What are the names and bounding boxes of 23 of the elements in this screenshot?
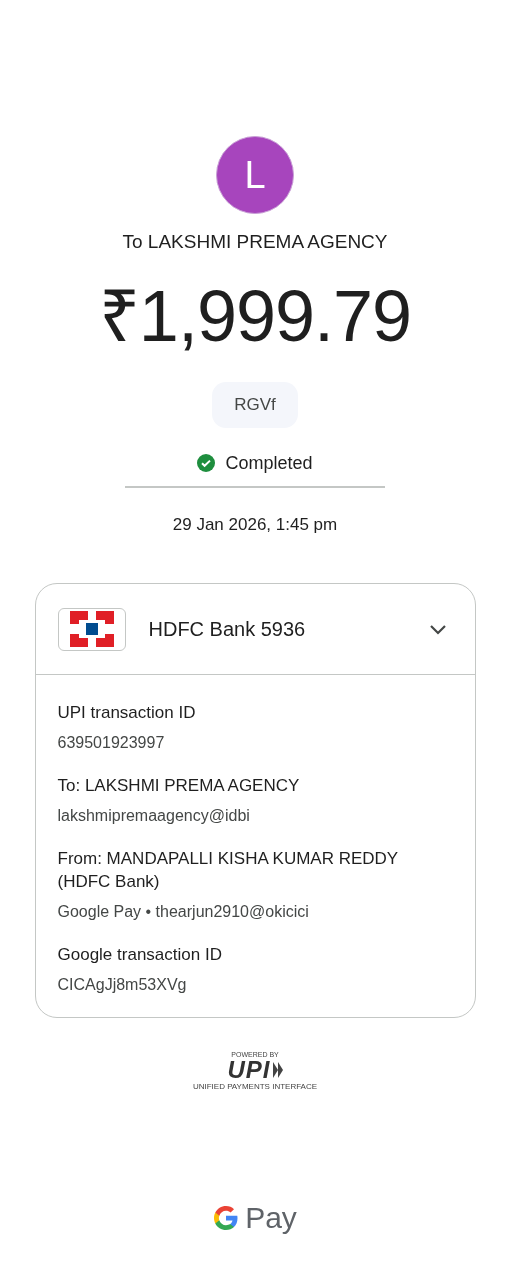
upi-arrows-icon <box>272 1062 283 1078</box>
gpay-logo: Pay <box>245 1201 297 1235</box>
status-label: Completed <box>225 452 313 474</box>
avatar: L <box>216 136 294 214</box>
upi-logo: UPI <box>227 1059 271 1081</box>
upi-tagline: UNIFIED PAYMENTS INTERFACE <box>192 1082 318 1091</box>
bank-account-row[interactable]: HDFC Bank 5936 <box>35 584 475 674</box>
chevron-down-icon[interactable] <box>428 623 447 635</box>
bank-account-name: HDFC Bank 5936 <box>148 617 307 642</box>
payee-title: To LAKSHMI PREMA AGENCY <box>122 230 388 254</box>
date-time: 29 Jan 2026, 1:45 pm <box>172 514 338 536</box>
note-chip: RGVf <box>212 382 298 428</box>
amount: ₹1,999.79 <box>98 276 412 356</box>
detail-label: UPI transaction ID <box>57 702 197 724</box>
bank-logo-icon <box>57 607 126 651</box>
detail-label: From: MANDAPALLI KISHA KUMAR REDDY (HDFC Bank) <box>57 848 399 893</box>
detail-value: 639501923997 <box>57 733 166 753</box>
detail-value: CICAgJj8m53XVg <box>57 975 188 995</box>
detail-value: Google Pay • thearjun2910@okicici <box>57 902 310 922</box>
detail-label: Google transaction ID <box>57 944 223 966</box>
detail-value: lakshmipremaagency@idbi <box>57 806 251 826</box>
detail-label: To: LAKSHMI PREMA AGENCY <box>57 775 301 797</box>
google-g-icon <box>213 1205 240 1231</box>
